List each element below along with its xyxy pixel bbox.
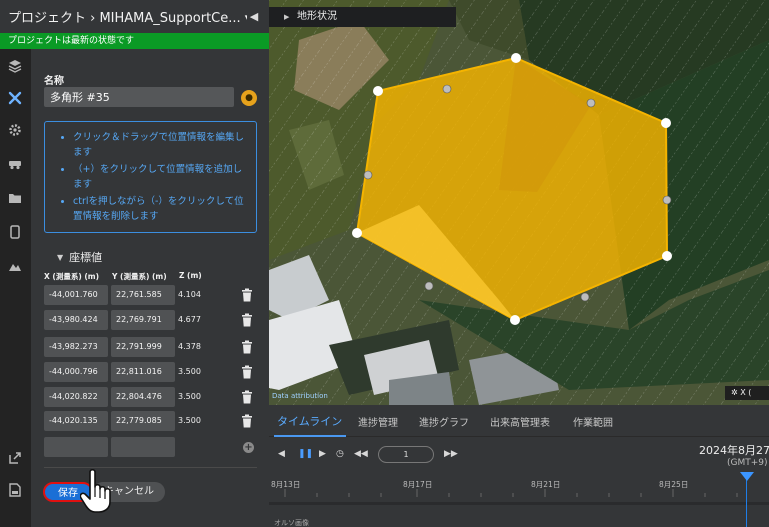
current-date: 2024年8月27日 (699, 444, 769, 457)
y-field[interactable]: 22,761.585 (111, 285, 175, 305)
timeline-tabs: タイムライン 進捗管理 進捗グラフ 出来高管理表 作業範囲 (269, 405, 769, 437)
z-value: 3.500 (178, 392, 201, 401)
pdf-icon[interactable] (7, 483, 23, 499)
divider (44, 467, 257, 468)
table-row: -43,982.273 22,791.999 4.378 (44, 337, 264, 357)
help-box: クリック＆ドラッグで位置情報を編集します （+）をクリックして位置情報を追加しま… (44, 121, 257, 233)
map-view[interactable]: ▶ 地形状況 Data attribution ✲ X ( (269, 0, 769, 405)
new-y-field[interactable] (111, 437, 175, 457)
trash-icon[interactable] (241, 414, 253, 428)
vehicle-icon[interactable] (4, 153, 26, 175)
time-cursor-line (746, 473, 747, 527)
z-value: 3.500 (178, 416, 201, 425)
x-field[interactable]: -44,020.822 (44, 387, 108, 407)
x-field[interactable]: -44,001.760 (44, 285, 108, 305)
clock-icon[interactable]: ◷ (336, 449, 344, 459)
z-value: 4.677 (178, 315, 201, 324)
export-icon[interactable] (7, 451, 23, 467)
trash-icon[interactable] (241, 340, 253, 354)
col-header-y: Y (測量系) (m) (112, 272, 167, 281)
pause-icon[interactable]: ❚❚ (298, 449, 313, 459)
z-value: 4.104 (178, 290, 201, 299)
y-field[interactable]: 22,791.999 (111, 337, 175, 357)
col-header-x: X (測量系) (m) (44, 272, 100, 281)
map-title-text: 地形状況 (297, 11, 337, 22)
fast-forward-icon[interactable]: ▶▶ (444, 449, 458, 459)
table-row: -44,001.760 22,761.585 4.104 (44, 285, 264, 305)
trash-icon[interactable] (241, 288, 253, 302)
terrain-icon[interactable] (4, 255, 26, 277)
project-status-banner: プロジェクトは最新の状態です (0, 33, 269, 49)
timezone-label: (GMT+9) (727, 458, 768, 468)
gear-icon[interactable] (4, 119, 26, 141)
frame-number-input[interactable]: 1 (378, 446, 434, 463)
tab-timeline[interactable]: タイムライン (277, 413, 342, 429)
caret-down-icon: ▼ (57, 252, 64, 262)
pointer-hand-icon (80, 468, 111, 513)
collapse-panel-icon[interactable]: ◀ (247, 10, 261, 23)
tab-work-area[interactable]: 作業範囲 (573, 414, 613, 429)
name-label: 名称 (44, 76, 64, 87)
x-field[interactable]: -43,980.424 (44, 310, 108, 330)
data-attribution-link[interactable]: Data attribution (272, 392, 328, 400)
table-row-new (44, 437, 264, 457)
help-item: クリック＆ドラッグで位置情報を編集します (73, 130, 246, 160)
play-icon[interactable]: ▶ (319, 449, 326, 459)
play-triangle-icon: ▶ (284, 13, 290, 21)
step-back-icon[interactable]: ◀ (278, 449, 285, 459)
layers-icon[interactable] (4, 55, 26, 77)
help-item: （+）をクリックして位置情報を追加します (73, 162, 246, 192)
table-row: -44,020.135 22,779.085 3.500 (44, 411, 264, 431)
polygon-edit-panel: 名称 ● クリック＆ドラッグで位置情報を編集します （+）をクリックして位置情報… (31, 49, 269, 527)
table-row: -43,980.424 22,769.791 4.677 (44, 310, 264, 330)
new-x-field[interactable] (44, 437, 108, 457)
color-picker-button[interactable]: ● (241, 90, 257, 106)
tab-progress-graph[interactable]: 進捗グラフ (419, 414, 469, 429)
map-layer-title[interactable]: ▶ 地形状況 (269, 7, 456, 27)
name-input[interactable] (44, 87, 234, 107)
coordinate-readout: ✲ X ( (725, 386, 769, 400)
col-header-z: Z (m) (179, 271, 202, 280)
coord-section-title: 座標値 (69, 251, 103, 264)
y-field[interactable]: 22,779.085 (111, 411, 175, 431)
x-field[interactable]: -44,020.135 (44, 411, 108, 431)
y-field[interactable]: 22,811.016 (111, 362, 175, 382)
device-icon[interactable] (4, 221, 26, 243)
project-breadcrumb[interactable]: プロジェクト › MIHAMA_SupportCe... ▾ (8, 7, 247, 26)
table-row: -44,000.796 22,811.016 3.500 (44, 362, 264, 382)
z-value: 4.378 (178, 342, 201, 351)
time-cursor-handle[interactable] (740, 472, 754, 481)
x-field[interactable]: -44,000.796 (44, 362, 108, 382)
trash-icon[interactable] (241, 390, 253, 404)
y-field[interactable]: 22,769.791 (111, 310, 175, 330)
coordinate-text: X ( (740, 388, 752, 397)
tab-progress[interactable]: 進捗管理 (358, 414, 398, 429)
table-row: -44,020.822 22,804.476 3.500 (44, 387, 264, 407)
aerial-imagery (269, 0, 769, 405)
coord-section-toggle[interactable]: ▼ 座標値 (57, 249, 102, 265)
timeline-ruler[interactable] (269, 475, 769, 505)
timeline-row-label: オルソ画像 (274, 519, 309, 527)
trash-icon[interactable] (241, 365, 253, 379)
z-value: 3.500 (178, 367, 201, 376)
folder-icon[interactable] (4, 187, 26, 209)
add-point-icon[interactable]: + (243, 442, 254, 453)
timeline-panel: タイムライン 進捗管理 進捗グラフ 出来高管理表 作業範囲 ◀ ❚❚ ▶ ◷ ◀… (269, 405, 769, 527)
rewind-icon[interactable]: ◀◀ (354, 449, 368, 459)
loading-icon: ✲ (731, 388, 741, 397)
trash-icon[interactable] (241, 313, 253, 327)
active-tab-indicator (274, 435, 346, 437)
tools-icon[interactable] (4, 87, 26, 109)
x-field[interactable]: -43,982.273 (44, 337, 108, 357)
tab-volume-table[interactable]: 出来高管理表 (490, 414, 550, 429)
timeline-track (269, 502, 769, 505)
y-field[interactable]: 22,804.476 (111, 387, 175, 407)
project-header: プロジェクト › MIHAMA_SupportCe... ▾ ◀ (0, 0, 269, 33)
help-item: ctrlを押しながら（-）をクリックして位置情報を削除します (73, 194, 246, 224)
